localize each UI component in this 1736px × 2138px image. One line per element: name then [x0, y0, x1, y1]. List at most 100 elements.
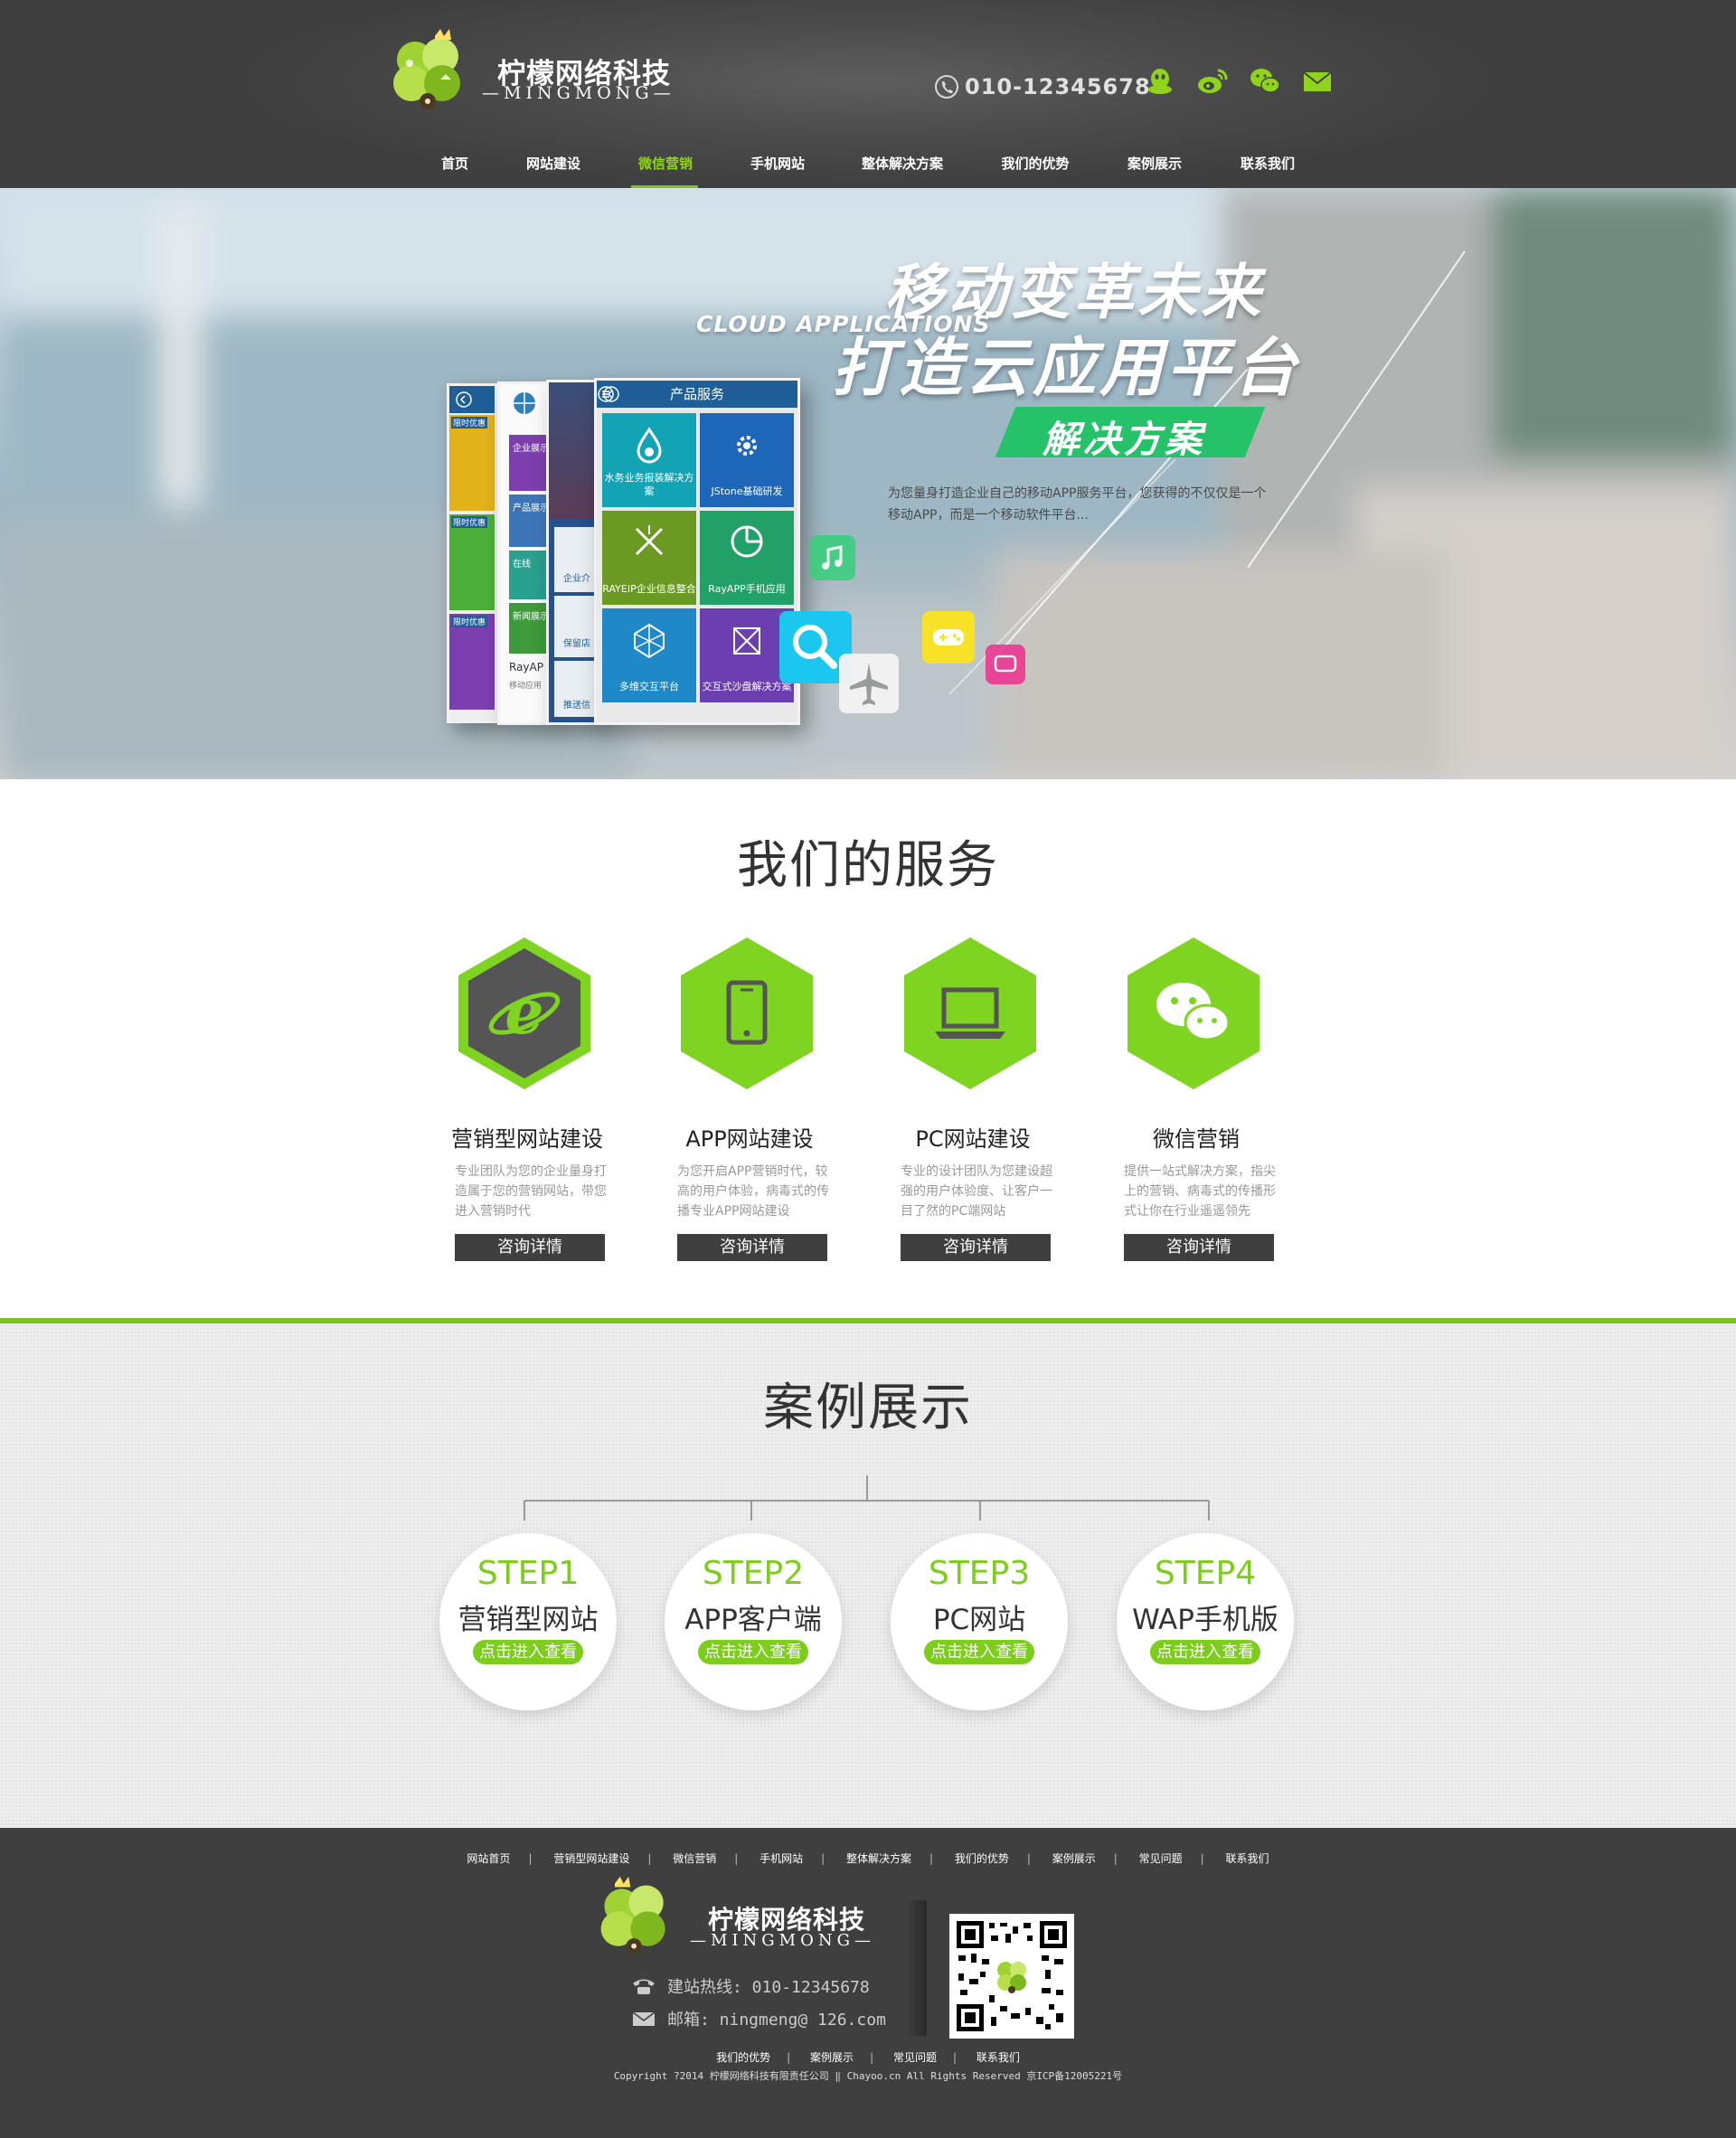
- view-details-button[interactable]: 点击进入查看: [1150, 1640, 1260, 1664]
- footer-logo[interactable]: 柠檬网络科技 —MINGMONG—: [592, 1875, 900, 1965]
- site-footer: 网站首页 | 营销型网站建设 | 微信营销 | 手机网站 | 整体解决方案 | 我们的优势…: [0, 1828, 1736, 2138]
- nav-item-solutions[interactable]: 整体解决方案: [862, 154, 943, 173]
- logo[interactable]: 柠檬网络科技 —MINGMONG—: [384, 27, 683, 118]
- footer-link[interactable]: 整体解决方案: [846, 1852, 911, 1865]
- tile-water-service[interactable]: 水务业务报装解决方案: [602, 413, 696, 507]
- tile-rayapp[interactable]: RayAPP手机应用: [700, 511, 794, 605]
- social-icons: [1144, 65, 1334, 98]
- footer-link[interactable]: 案例展示: [810, 2051, 854, 2064]
- footer-link[interactable]: 微信营销: [673, 1852, 716, 1865]
- case-step-card[interactable]: STEP3 PC网站 点击进入查看: [891, 1533, 1068, 1710]
- phone-card-main: 产品服务 水务业务报装解决方案 JStone基础研发 RAYEIP企业信息整合 …: [594, 378, 800, 725]
- gear-icon: [737, 436, 757, 456]
- card-header: 产品服务: [597, 381, 797, 408]
- service-title: PC网站建设: [915, 1126, 1031, 1152]
- step-number: STEP3: [928, 1555, 1031, 1592]
- main-nav: 首页 网站建设 微信营销 手机网站 整体解决方案 我们的优势 案例展示 联系我们: [0, 137, 1736, 189]
- nav-item-home[interactable]: 首页: [441, 154, 468, 173]
- card-tile: 企业展示: [509, 435, 549, 491]
- consult-details-button[interactable]: 咨询详情: [901, 1234, 1051, 1261]
- nav-item-mobile-site[interactable]: 手机网站: [750, 154, 805, 173]
- case-step-card[interactable]: STEP4 WAP手机版 点击进入查看: [1117, 1533, 1294, 1710]
- footer-link[interactable]: 常见问题: [1139, 1852, 1183, 1865]
- gamepad-app-icon: [922, 611, 975, 664]
- envelope-icon: [632, 2011, 656, 2026]
- view-details-button[interactable]: 点击进入查看: [698, 1640, 808, 1664]
- water-drop-icon: [637, 427, 662, 464]
- footer-link[interactable]: 我们的优势: [716, 2051, 770, 2064]
- footer-email: 邮箱: ningmeng@ 126.com: [631, 2007, 886, 2030]
- service-title: 营销型网站建设: [451, 1126, 603, 1152]
- card-tile: 限时优惠: [449, 614, 495, 710]
- svg-text:e: e: [505, 976, 543, 1049]
- footer-link[interactable]: 常见问题: [893, 2051, 937, 2064]
- service-title: 微信营销: [1153, 1126, 1240, 1152]
- phone-card-back-2: 企业展示 产品展示 在线 新闻展示 RayAP 移动应用: [497, 381, 552, 725]
- nav-item-website[interactable]: 网站建设: [526, 154, 580, 173]
- nav-item-advantages[interactable]: 我们的优势: [1001, 154, 1069, 173]
- step-number: STEP1: [476, 1555, 580, 1592]
- step-name: WAP手机版: [1132, 1604, 1278, 1636]
- case-step-card[interactable]: STEP1 营销型网站 点击进入查看: [439, 1533, 617, 1710]
- service-title: APP网站建设: [685, 1126, 814, 1152]
- footer-links: 网站首页 | 营销型网站建设 | 微信营销 | 手机网站 | 整体解决方案 | 我们的优势…: [467, 1852, 1269, 1865]
- card-title: 产品服务: [669, 386, 724, 402]
- footer-divider-shadow: [907, 1900, 927, 2036]
- card-header: [449, 386, 495, 413]
- consult-details-button[interactable]: 咨询详情: [1124, 1234, 1274, 1261]
- phone-number: 010-12345678: [965, 74, 1151, 99]
- banner-description: 为您量身打造企业自己的移动APP服务平台，您获得的不仅仅是一个移动APP，而是一…: [888, 486, 1267, 523]
- banner-tag: 解决方案: [1043, 418, 1205, 461]
- service-description: 提供一站式解决方案，指尖上的营销、病毒式的传播形式让你在行业遥遥领先: [1124, 1164, 1276, 1219]
- brand-english: —MINGMONG—: [482, 83, 675, 103]
- cases-connector-lines: [524, 1475, 1210, 1521]
- ie-icon: e: [458, 937, 590, 1089]
- service-description: 为您开启APP营销时代，较高的用户体验，病毒式的传播专业APP网站建设: [677, 1164, 829, 1219]
- phone-icon: [935, 75, 958, 99]
- footer-hotline: 建站热线: 010-12345678: [631, 1974, 870, 1998]
- brand-english: —MINGMONG—: [690, 1931, 875, 1950]
- card-tile: 限时优惠: [449, 514, 495, 610]
- step-name: APP客户端: [684, 1604, 822, 1636]
- tile-jstone[interactable]: JStone基础研发: [700, 413, 794, 507]
- laptop-icon: [904, 937, 1036, 1089]
- chat-app-icon: [986, 645, 1025, 684]
- card-label: 移动应用: [509, 682, 542, 691]
- card-tile: 在线: [509, 551, 549, 599]
- footer-link[interactable]: 我们的优势: [955, 1852, 1009, 1865]
- banner-subheadline: 打造云应用平台: [832, 331, 1300, 405]
- menu-icon[interactable]: [597, 385, 615, 403]
- back-icon: [456, 391, 472, 408]
- service-description: 专业的设计团队为您建设超强的用户体验度、让客户一目了然的PC端网站: [901, 1164, 1052, 1219]
- tile-interaction-platform[interactable]: 多维交互平台: [602, 608, 696, 702]
- card-tile: 产品展示: [509, 494, 549, 547]
- tile-rayeip[interactable]: RAYEIP企业信息整合: [602, 511, 696, 605]
- step-number: STEP2: [702, 1555, 805, 1592]
- card-tile: 推送信: [554, 661, 599, 717]
- qq-icon[interactable]: [1144, 65, 1176, 98]
- footer-link[interactable]: 手机网站: [760, 1852, 803, 1865]
- nav-item-wechat-marketing[interactable]: 微信营销: [638, 154, 693, 173]
- view-details-button[interactable]: 点击进入查看: [924, 1640, 1034, 1664]
- expand-icon: [733, 627, 760, 655]
- footer-link[interactable]: 联系我们: [1226, 1852, 1269, 1865]
- footer-link[interactable]: 营销型网站建设: [553, 1852, 629, 1865]
- consult-details-button[interactable]: 咨询详情: [455, 1234, 605, 1261]
- cases-section: 案例展示 STEP1 营销型网站 点击进入查看 STEP2 APP客户端 点击进…: [0, 1323, 1736, 1828]
- nav-item-cases[interactable]: 案例展示: [1127, 154, 1182, 173]
- globe-icon: [514, 392, 535, 414]
- case-step-card[interactable]: STEP2 APP客户端 点击进入查看: [665, 1533, 842, 1710]
- clover-logo-icon: [600, 1876, 665, 1954]
- footer-link[interactable]: 案例展示: [1052, 1852, 1096, 1865]
- card-tile: 保留店: [554, 596, 599, 657]
- mail-icon[interactable]: [1301, 65, 1334, 98]
- weibo-icon[interactable]: [1196, 65, 1229, 98]
- nav-item-contact[interactable]: 联系我们: [1241, 154, 1295, 173]
- footer-link[interactable]: 联系我们: [976, 2051, 1020, 2064]
- clover-logo-icon: [393, 29, 460, 109]
- footer-link[interactable]: 网站首页: [467, 1852, 510, 1865]
- consult-details-button[interactable]: 咨询详情: [677, 1234, 827, 1261]
- wechat-icon[interactable]: [1249, 65, 1281, 98]
- site-header: 柠檬网络科技 —MINGMONG— 010-12345678 首页 网站建设 微…: [0, 0, 1736, 189]
- view-details-button[interactable]: 点击进入查看: [473, 1640, 583, 1664]
